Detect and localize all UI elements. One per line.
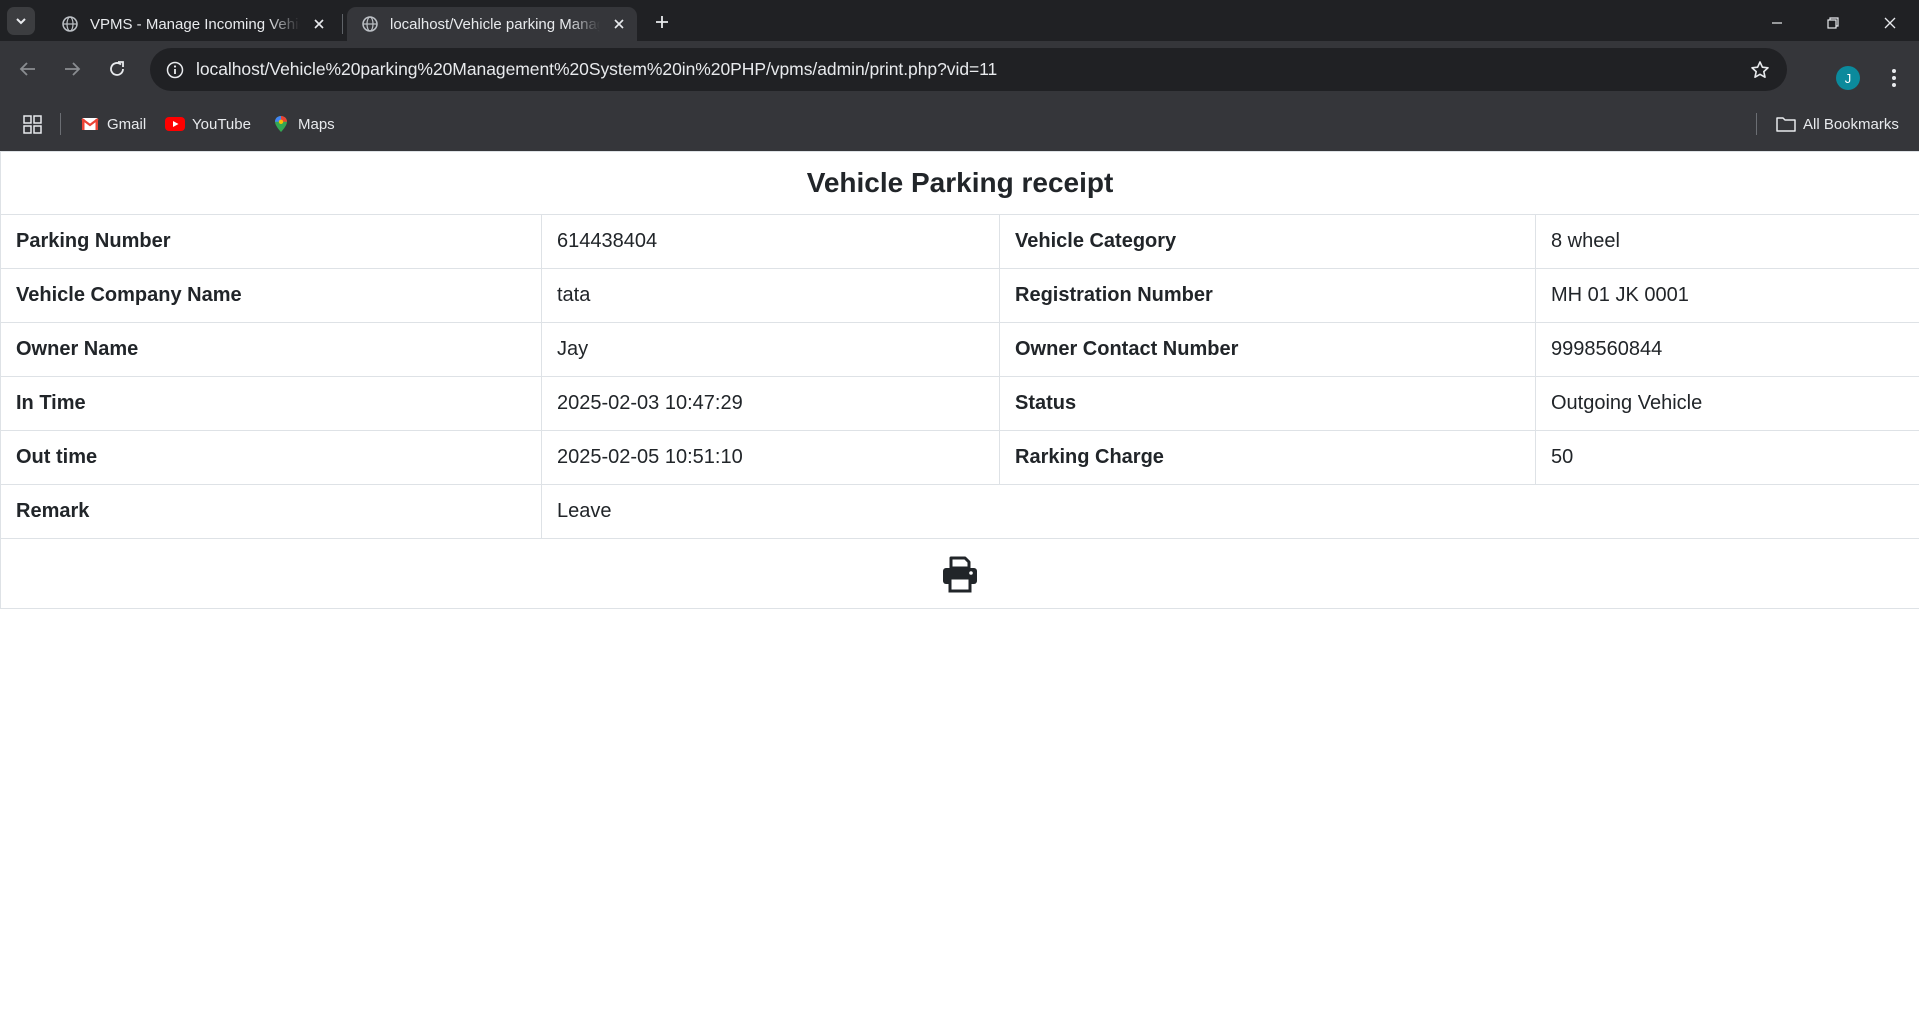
- tab-search-button[interactable]: [7, 7, 35, 35]
- arrow-right-icon: [65, 62, 81, 76]
- table-row: In Time 2025-02-03 10:47:29 Status Outgo…: [0, 376, 1919, 431]
- registration-number-label: Registration Number: [999, 268, 1536, 323]
- reload-icon: [110, 61, 124, 76]
- arrow-left-icon: [19, 62, 35, 76]
- tab-title: localhost/Vehicle parking Management: [390, 15, 600, 33]
- youtube-icon: [165, 115, 185, 133]
- bookmark-gmail[interactable]: Gmail: [80, 113, 146, 135]
- remark-label: Remark: [0, 484, 542, 539]
- status-value: Outgoing Vehicle: [1534, 376, 1919, 431]
- gmail-icon: [80, 115, 100, 133]
- bookmark-divider: [60, 113, 61, 135]
- registration-number-value: MH 01 JK 0001: [1534, 268, 1919, 323]
- parking-charge-value: 50: [1534, 430, 1919, 485]
- remark-value: Leave: [540, 484, 1919, 539]
- plus-icon: [656, 16, 668, 28]
- print-cell: [0, 538, 1919, 609]
- profile-avatar[interactable]: J: [1836, 66, 1860, 90]
- new-tab-button[interactable]: [650, 10, 674, 34]
- parking-number-label: Parking Number: [0, 214, 542, 269]
- printer-icon[interactable]: [940, 554, 980, 594]
- reload-button[interactable]: [102, 54, 132, 84]
- table-row: Owner Name Jay Owner Contact Number 9998…: [0, 322, 1919, 377]
- tab-print-page[interactable]: localhost/Vehicle parking Management: [347, 7, 637, 41]
- restore-icon: [1827, 17, 1839, 29]
- in-time-value: 2025-02-03 10:47:29: [541, 376, 1000, 431]
- close-icon: [1884, 17, 1896, 29]
- receipt-title-row: Vehicle Parking receipt: [0, 151, 1919, 215]
- minimize-icon: [1772, 22, 1782, 24]
- table-row: Parking Number 614438404 Vehicle Categor…: [0, 214, 1919, 269]
- vehicle-category-label: Vehicle Category: [999, 214, 1536, 269]
- in-time-label: In Time: [0, 376, 542, 431]
- table-row: Remark Leave: [0, 484, 1919, 539]
- tab-title: VPMS - Manage Incoming Vehicle: [90, 15, 300, 33]
- chevron-down-icon: [16, 18, 26, 25]
- bookmark-youtube[interactable]: YouTube: [165, 113, 251, 135]
- bookmarks-bar: Gmail YouTube Maps All Bookmarks: [0, 98, 1919, 151]
- tab-vpms-manage[interactable]: VPMS - Manage Incoming Vehicle: [47, 7, 337, 41]
- owner-contact-value: 9998560844: [1534, 322, 1919, 377]
- maps-icon: [271, 115, 291, 133]
- bookmark-label: YouTube: [192, 115, 251, 133]
- tab-divider: [342, 14, 343, 34]
- table-row: Vehicle Company Name tata Registration N…: [0, 268, 1919, 323]
- menu-dots-icon[interactable]: [1882, 65, 1906, 91]
- page-content: Vehicle Parking receipt Parking Number 6…: [0, 151, 1919, 609]
- print-row: [0, 538, 1919, 609]
- window-close-button[interactable]: [1875, 8, 1905, 38]
- bookmark-label: Maps: [298, 115, 335, 133]
- all-bookmarks-button[interactable]: All Bookmarks: [1776, 113, 1899, 135]
- back-button[interactable]: [13, 54, 43, 84]
- bookmark-star-icon[interactable]: [1748, 58, 1772, 82]
- bookmark-maps[interactable]: Maps: [271, 113, 335, 135]
- minimize-button[interactable]: [1762, 8, 1792, 38]
- out-time-value: 2025-02-05 10:51:10: [541, 430, 1000, 485]
- all-bookmarks-label: All Bookmarks: [1803, 115, 1899, 133]
- apps-grid-icon[interactable]: [22, 113, 44, 135]
- status-label: Status: [999, 376, 1536, 431]
- owner-name-label: Owner Name: [0, 322, 542, 377]
- close-icon[interactable]: [610, 15, 628, 33]
- site-info-icon[interactable]: [162, 57, 188, 83]
- address-bar[interactable]: localhost/Vehicle%20parking%20Management…: [150, 48, 1787, 91]
- bookmark-divider: [1756, 113, 1757, 135]
- forward-button[interactable]: [57, 54, 87, 84]
- vehicle-company-value: tata: [541, 268, 1000, 323]
- folder-icon: [1776, 115, 1796, 133]
- vehicle-category-value: 8 wheel: [1534, 214, 1919, 269]
- restore-button[interactable]: [1818, 8, 1848, 38]
- owner-contact-label: Owner Contact Number: [999, 322, 1536, 377]
- close-icon[interactable]: [310, 15, 328, 33]
- bookmark-label: Gmail: [107, 115, 147, 133]
- out-time-label: Out time: [0, 430, 542, 485]
- globe-icon: [361, 15, 379, 33]
- receipt-table: Vehicle Parking receipt Parking Number 6…: [0, 151, 1919, 609]
- table-row: Out time 2025-02-05 10:51:10 Rarking Cha…: [0, 430, 1919, 485]
- tab-bar: VPMS - Manage Incoming Vehicle localhost…: [0, 0, 1919, 41]
- parking-charge-label: Rarking Charge: [999, 430, 1536, 485]
- page-title: Vehicle Parking receipt: [0, 151, 1919, 215]
- url-text: localhost/Vehicle%20parking%20Management…: [196, 59, 998, 79]
- owner-name-value: Jay: [541, 322, 1000, 377]
- browser-toolbar: localhost/Vehicle%20parking%20Management…: [0, 41, 1919, 98]
- globe-icon: [61, 15, 79, 33]
- parking-number-value: 614438404: [541, 214, 1000, 269]
- vehicle-company-label: Vehicle Company Name: [0, 268, 542, 323]
